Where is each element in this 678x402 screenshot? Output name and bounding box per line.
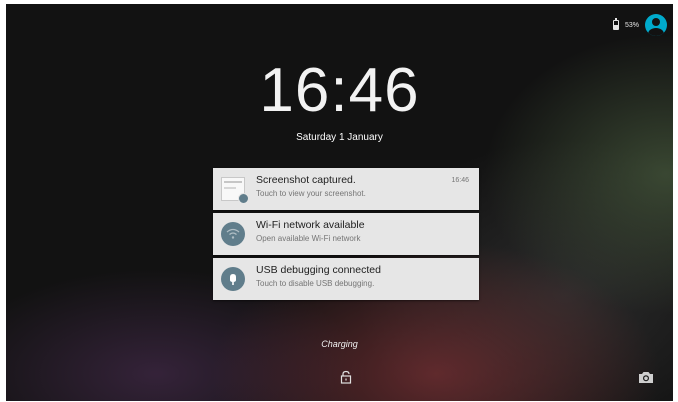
- battery-percent: 53%: [624, 21, 639, 29]
- notification-subtitle: Touch to disable USB debugging.: [256, 279, 375, 288]
- notification-title: USB debugging connected: [256, 264, 381, 276]
- user-avatar-icon[interactable]: [645, 14, 667, 36]
- screenshot-badge-icon: [238, 193, 249, 204]
- notification-subtitle: Open available Wi-Fi network: [256, 234, 361, 243]
- notification-title: Screenshot captured.: [256, 174, 356, 186]
- lock-icon[interactable]: [339, 370, 353, 384]
- notification-time: 16:46: [451, 177, 469, 184]
- notification-title: Wi-Fi network available: [256, 219, 365, 231]
- screenshot-thumbnail-icon: [221, 177, 249, 204]
- notification-usb-debugging[interactable]: USB debugging connected Touch to disable…: [213, 258, 479, 300]
- usb-debug-icon: [221, 267, 245, 291]
- camera-icon[interactable]: [638, 370, 654, 384]
- notification-subtitle: Touch to view your screenshot.: [256, 189, 366, 198]
- lockscreen: 53% 16:46 Saturday 1 January Screenshot …: [6, 4, 673, 401]
- notification-screenshot[interactable]: Screenshot captured. Touch to view your …: [213, 168, 479, 210]
- charging-label: Charging: [321, 339, 358, 349]
- wifi-icon: [221, 222, 245, 246]
- lockscreen-clock: 16:46: [259, 56, 420, 125]
- status-bar: 53%: [612, 13, 667, 37]
- battery-icon: [612, 18, 619, 30]
- lockscreen-date: Saturday 1 January: [296, 132, 383, 143]
- notification-wifi[interactable]: Wi-Fi network available Open available W…: [213, 213, 479, 255]
